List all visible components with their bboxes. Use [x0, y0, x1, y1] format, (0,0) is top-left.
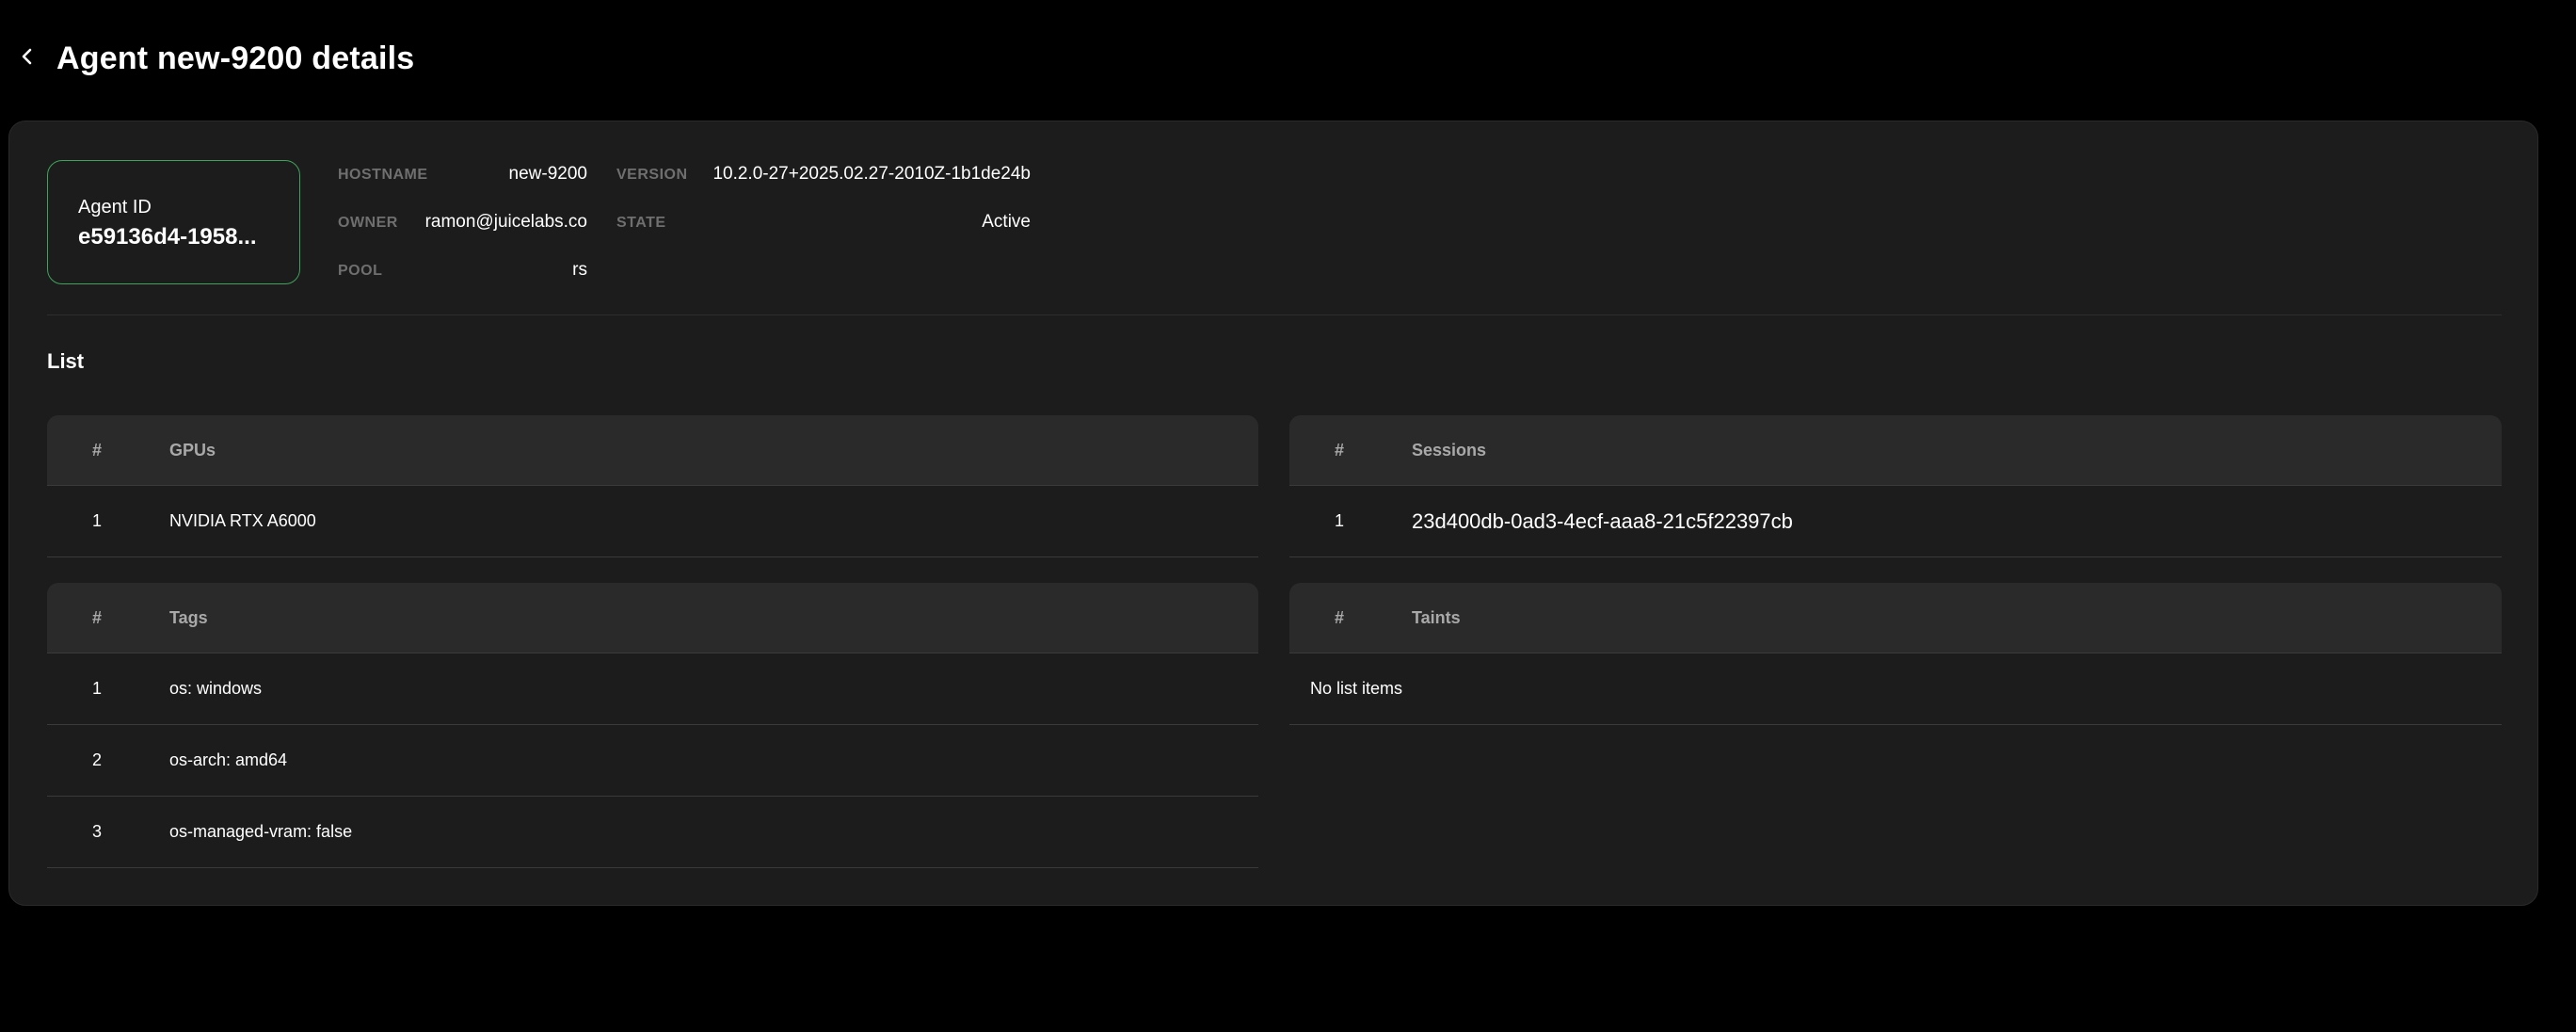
agent-id-value: e59136d4-1958... — [78, 224, 257, 250]
taints-table-header: # Taints — [1289, 583, 2502, 653]
tags-table: # Tags 1 os: windows 2 os-arch: amd64 3 … — [47, 583, 1258, 868]
state-label: STATE — [616, 215, 666, 231]
column-header-number: # — [91, 607, 102, 627]
table-row[interactable]: 3 os-managed-vram: false — [47, 797, 1258, 868]
pool-value: rs — [572, 260, 587, 280]
owner-value: ramon@juicelabs.co — [424, 212, 587, 232]
pool-label: POOL — [338, 263, 383, 279]
row-number: 3 — [91, 822, 102, 841]
tags-table-header: # Tags — [47, 583, 1258, 653]
table-row[interactable]: 2 os-arch: amd64 — [47, 725, 1258, 797]
table-row[interactable]: 1 NVIDIA RTX A6000 — [47, 486, 1258, 557]
gpu-name: NVIDIA RTX A6000 — [169, 511, 316, 530]
gpus-table-header: # GPUs — [47, 415, 1258, 486]
chevron-left-icon — [20, 47, 35, 71]
column-header-number: # — [91, 440, 102, 460]
table-row[interactable]: 1 23d400db-0ad3-4ecf-aaa8-21c5f22397cb — [1289, 486, 2502, 557]
tag-value: os-managed-vram: false — [169, 822, 353, 841]
back-button[interactable] — [13, 44, 41, 73]
row-number: 1 — [1334, 511, 1344, 530]
column-header-taints: Taints — [1412, 607, 1461, 627]
agent-id-label: Agent ID — [78, 197, 152, 218]
gpus-table: # GPUs 1 NVIDIA RTX A6000 — [47, 415, 1258, 557]
column-header-gpus: GPUs — [169, 440, 216, 460]
hostname-value: new-9200 — [508, 164, 587, 184]
agent-details-card: Agent ID e59136d4-1958... HOSTNAME new-9… — [8, 121, 2538, 906]
state-value: Active — [982, 212, 1031, 232]
hostname-label: HOSTNAME — [338, 167, 428, 183]
table-row[interactable]: 1 os: windows — [47, 653, 1258, 725]
column-header-tags: Tags — [169, 607, 208, 627]
column-header-number: # — [1334, 607, 1344, 627]
agent-details-page: Agent new-9200 details Agent ID e59136d4… — [0, 0, 2576, 1032]
tag-value: os: windows — [169, 679, 263, 698]
column-header-sessions: Sessions — [1412, 440, 1487, 460]
divider — [47, 314, 2502, 315]
taints-table: # Taints No list items — [1289, 583, 2502, 725]
row-number: 1 — [91, 511, 102, 530]
page-title: Agent new-9200 details — [56, 40, 415, 76]
row-number: 2 — [91, 750, 102, 769]
sessions-table-header: # Sessions — [1289, 415, 2502, 486]
sessions-table: # Sessions 1 23d400db-0ad3-4ecf-aaa8-21c… — [1289, 415, 2502, 557]
empty-list-message: No list items — [1289, 653, 2502, 725]
agent-id-card: Agent ID e59136d4-1958... — [47, 160, 300, 284]
version-value: 10.2.0-27+2025.02.27-2010Z-1b1de24b — [712, 164, 1031, 184]
row-number: 1 — [91, 679, 102, 698]
owner-label: OWNER — [338, 215, 398, 231]
page-header: Agent new-9200 details — [13, 36, 414, 81]
session-id[interactable]: 23d400db-0ad3-4ecf-aaa8-21c5f22397cb — [1389, 509, 2502, 534]
list-section-title: List — [47, 349, 85, 373]
version-label: VERSION — [616, 167, 688, 183]
column-header-number: # — [1334, 440, 1344, 460]
tag-value: os-arch: amd64 — [169, 750, 288, 769]
